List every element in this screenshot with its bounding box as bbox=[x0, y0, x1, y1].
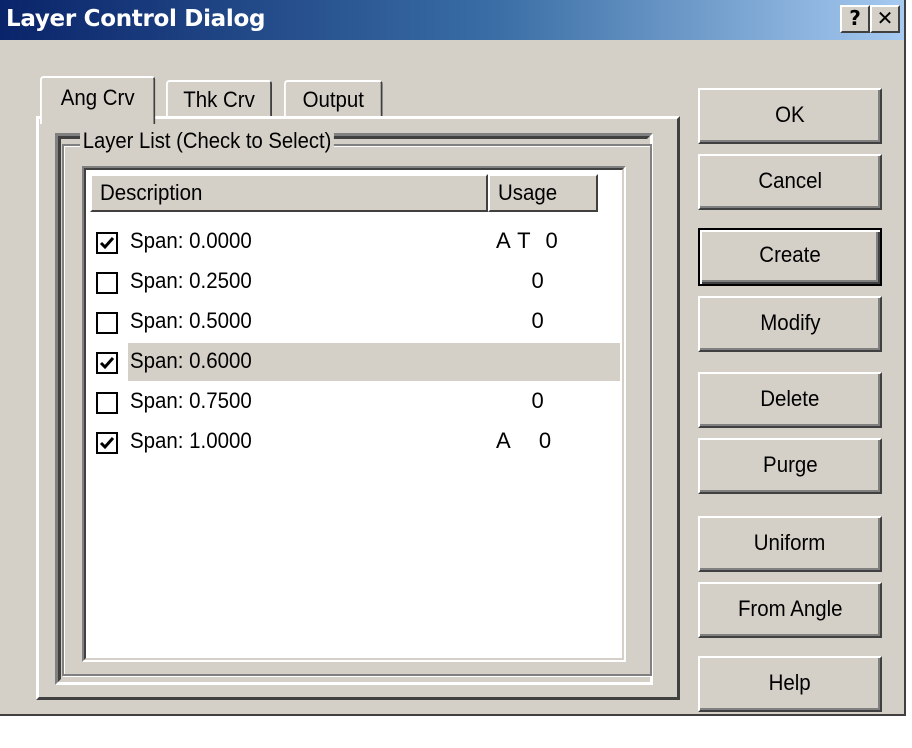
help-button[interactable]: Help bbox=[698, 656, 882, 712]
from-angle-button[interactable]: From Angle bbox=[698, 582, 882, 638]
cancel-button-label: Cancel bbox=[758, 168, 822, 193]
question-icon: ? bbox=[849, 6, 861, 30]
help-button-label: Help bbox=[768, 670, 812, 695]
layer-checkbox[interactable] bbox=[96, 392, 118, 414]
layer-checkbox[interactable] bbox=[96, 312, 118, 334]
list-item[interactable]: Span: 0.0000 A T 0 bbox=[90, 222, 620, 262]
layer-usage: 0 bbox=[496, 388, 545, 413]
ok-button-label: OK bbox=[775, 102, 805, 127]
layer-usage: A 0 bbox=[496, 428, 553, 453]
tab-ang-crv[interactable]: Ang Crv bbox=[40, 76, 156, 124]
tab-output-label: Output bbox=[302, 87, 364, 112]
layer-label: Span: 0.2500 bbox=[130, 268, 252, 293]
list-item[interactable]: Span: 1.0000 A 0 bbox=[90, 422, 620, 462]
create-button-label: Create bbox=[759, 242, 821, 267]
layer-listview[interactable]: Description Usage Span: 0.0000 A T 0 Spa… bbox=[82, 166, 626, 662]
title-bar[interactable]: Layer Control Dialog ? ✕ bbox=[0, 0, 904, 40]
list-item-selected[interactable]: Span: 0.6000 bbox=[90, 342, 620, 382]
checkmark-icon bbox=[99, 357, 115, 370]
ok-button[interactable]: OK bbox=[698, 88, 882, 144]
layer-usage: 0 bbox=[496, 268, 545, 293]
column-header-usage-label: Usage bbox=[498, 180, 558, 205]
tab-ang-crv-label: Ang Crv bbox=[60, 85, 135, 110]
checkmark-icon bbox=[99, 437, 115, 450]
layer-checkbox[interactable] bbox=[96, 352, 118, 374]
uniform-button-label: Uniform bbox=[754, 530, 826, 555]
layer-label: Span: 0.6000 bbox=[130, 348, 252, 373]
layer-usage: 0 bbox=[496, 308, 545, 333]
create-button[interactable]: Create bbox=[698, 228, 882, 286]
layer-label: Span: 0.7500 bbox=[130, 388, 252, 413]
close-icon: ✕ bbox=[876, 6, 894, 30]
modify-button[interactable]: Modify bbox=[698, 296, 882, 352]
list-item[interactable]: Span: 0.7500 0 bbox=[90, 382, 620, 422]
window-title: Layer Control Dialog bbox=[6, 6, 266, 32]
layer-control-dialog: Layer Control Dialog ? ✕ Ang Crv Thk Crv… bbox=[0, 0, 906, 716]
layer-usage: A T 0 bbox=[496, 228, 559, 253]
list-item[interactable]: Span: 0.5000 0 bbox=[90, 302, 620, 342]
list-item[interactable]: Span: 0.2500 0 bbox=[90, 262, 620, 302]
tab-output[interactable]: Output bbox=[284, 80, 383, 118]
uniform-button[interactable]: Uniform bbox=[698, 516, 882, 572]
delete-button-label: Delete bbox=[760, 386, 820, 411]
column-header-description[interactable]: Description bbox=[90, 174, 488, 212]
layer-list-legend: Layer List (Check to Select) bbox=[80, 128, 335, 154]
modify-button-label: Modify bbox=[759, 310, 821, 335]
column-header-usage[interactable]: Usage bbox=[488, 174, 598, 212]
layer-label: Span: 1.0000 bbox=[130, 428, 252, 453]
delete-button[interactable]: Delete bbox=[698, 372, 882, 428]
column-header-description-label: Description bbox=[100, 180, 203, 205]
cancel-button[interactable]: Cancel bbox=[698, 154, 882, 210]
tab-thk-crv[interactable]: Thk Crv bbox=[166, 80, 273, 118]
layer-checkbox[interactable] bbox=[96, 272, 118, 294]
purge-button-label: Purge bbox=[762, 452, 818, 477]
tab-thk-crv-label: Thk Crv bbox=[183, 87, 255, 112]
checkmark-icon bbox=[99, 237, 115, 250]
from-angle-button-label: From Angle bbox=[737, 596, 843, 621]
purge-button[interactable]: Purge bbox=[698, 438, 882, 494]
layer-checkbox[interactable] bbox=[96, 232, 118, 254]
layer-label: Span: 0.0000 bbox=[130, 228, 252, 253]
close-button[interactable]: ✕ bbox=[870, 5, 900, 33]
layer-label: Span: 0.5000 bbox=[130, 308, 252, 333]
layer-checkbox[interactable] bbox=[96, 432, 118, 454]
help-question-button[interactable]: ? bbox=[840, 5, 870, 33]
